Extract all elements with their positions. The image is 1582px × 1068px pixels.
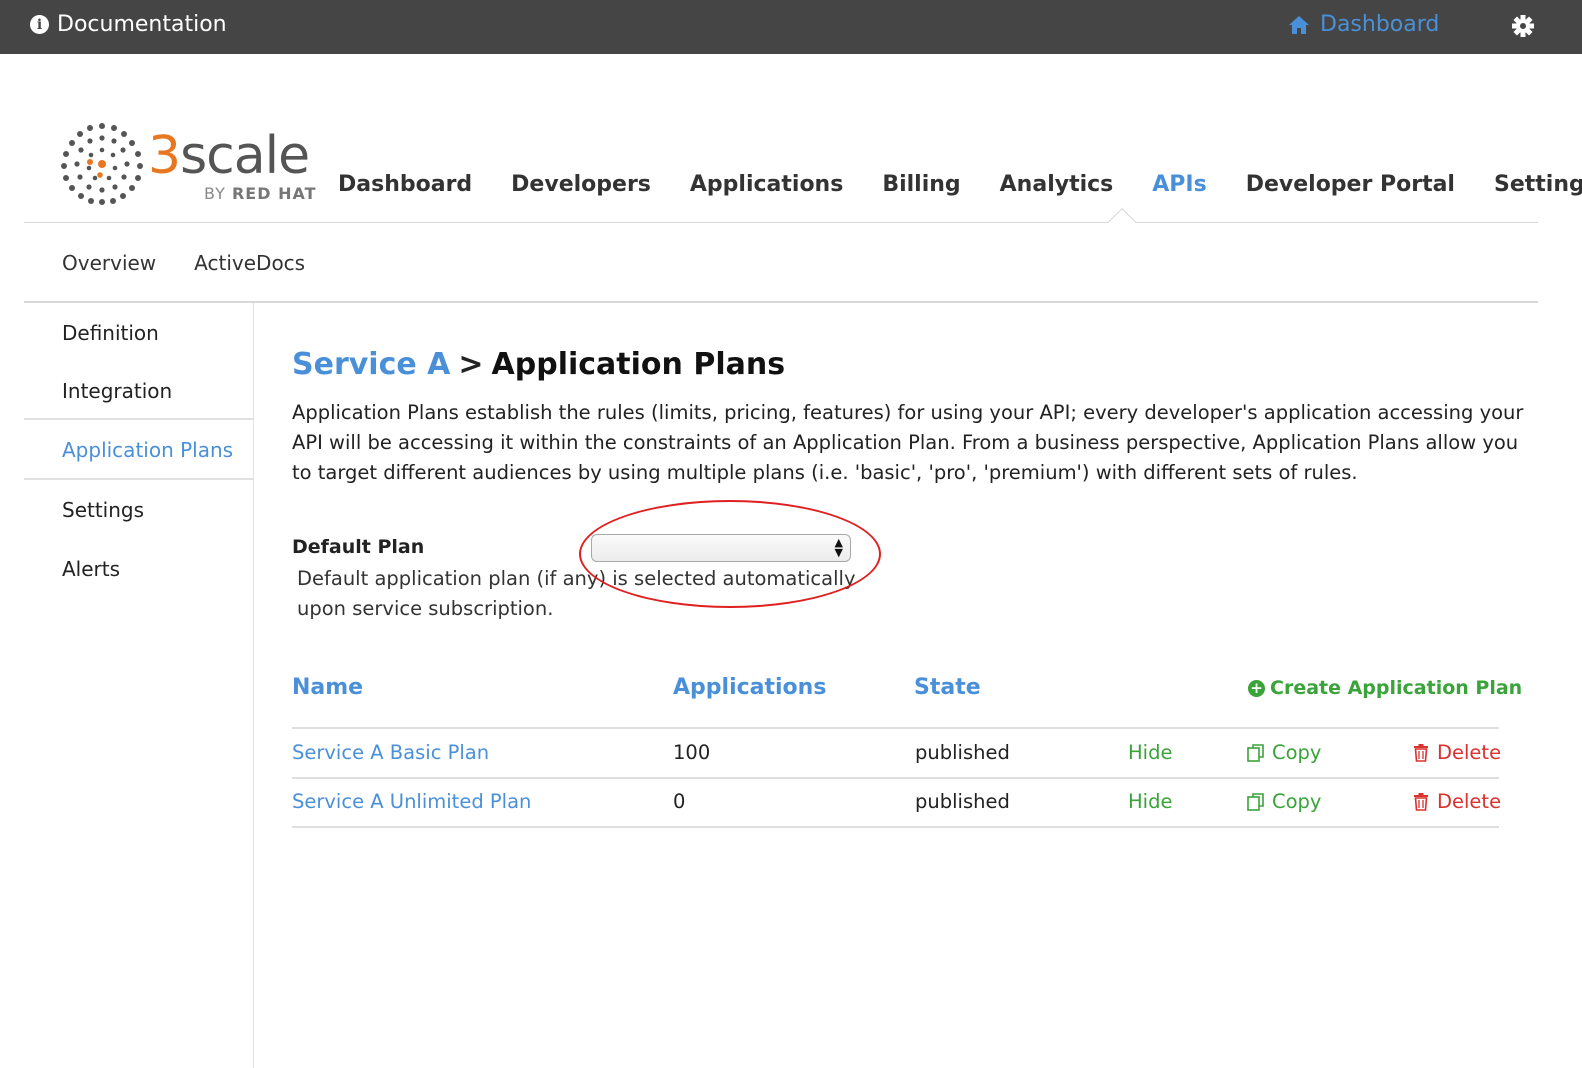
table-header-divider bbox=[292, 727, 1499, 729]
nav-dashboard[interactable]: Dashboard bbox=[338, 172, 472, 197]
page-heading: Application Plans bbox=[491, 347, 786, 382]
subnav-overview[interactable]: Overview bbox=[62, 251, 156, 275]
trash-icon bbox=[1414, 792, 1428, 811]
plan-state: published bbox=[915, 741, 1010, 764]
plan-name-link[interactable]: Service A Unlimited Plan bbox=[292, 790, 531, 813]
hide-plan-link[interactable]: Hide bbox=[1128, 741, 1172, 764]
main-nav-divider bbox=[24, 222, 1538, 223]
copy-icon bbox=[1247, 792, 1264, 811]
home-icon bbox=[1289, 15, 1309, 34]
nav-applications[interactable]: Applications bbox=[690, 172, 843, 197]
logo-wordmark: 3scale bbox=[148, 126, 310, 186]
top-bar: i Documentation Dashboard bbox=[0, 0, 1582, 54]
copy-icon bbox=[1247, 743, 1264, 762]
table-row-divider bbox=[292, 826, 1499, 828]
breadcrumb-separator: > bbox=[458, 347, 484, 382]
default-plan-label: Default Plan bbox=[292, 536, 425, 558]
page-description: Application Plans establish the rules (l… bbox=[292, 401, 1524, 484]
subnav-activedocs[interactable]: ActiveDocs bbox=[194, 251, 305, 275]
sidebar-item-alerts[interactable]: Alerts bbox=[62, 557, 120, 581]
delete-plan-link[interactable]: Delete bbox=[1413, 741, 1501, 764]
copy-label: Copy bbox=[1272, 790, 1322, 813]
nav-apis[interactable]: APIs bbox=[1152, 172, 1206, 197]
nav-settings[interactable]: Settings bbox=[1494, 172, 1582, 197]
dashboard-label: Dashboard bbox=[1320, 12, 1440, 37]
sidebar-item-definition[interactable]: Definition bbox=[62, 321, 159, 345]
plan-state: published bbox=[915, 790, 1010, 813]
sidebar-divider bbox=[24, 418, 254, 420]
plus-circle-icon: + bbox=[1248, 679, 1265, 697]
annotation-circle bbox=[579, 500, 881, 608]
delete-label: Delete bbox=[1437, 741, 1502, 764]
plan-applications-count: 100 bbox=[673, 741, 711, 764]
copy-plan-link[interactable]: Copy bbox=[1246, 741, 1321, 764]
nav-billing[interactable]: Billing bbox=[882, 172, 960, 197]
logo-dots-icon bbox=[61, 123, 143, 205]
column-header-applications[interactable]: Applications bbox=[673, 675, 826, 700]
copy-label: Copy bbox=[1272, 741, 1322, 764]
logo-byline: BY RED HAT bbox=[204, 184, 317, 203]
hide-plan-link[interactable]: Hide bbox=[1128, 790, 1172, 813]
column-header-state[interactable]: State bbox=[914, 675, 981, 700]
sidebar-divider bbox=[24, 478, 254, 480]
main-nav: Dashboard Developers Applications Billin… bbox=[338, 172, 1582, 197]
create-application-plan-link[interactable]: + Create Application Plan bbox=[1248, 677, 1522, 699]
sidebar: Definition Integration Application Plans… bbox=[24, 303, 254, 1068]
plan-applications-count: 0 bbox=[673, 790, 686, 813]
trash-icon bbox=[1414, 743, 1428, 762]
info-icon: i bbox=[30, 15, 49, 34]
gear-icon[interactable] bbox=[1510, 12, 1536, 40]
table-row-divider bbox=[292, 777, 1499, 779]
3scale-logo[interactable]: 3scale BY RED HAT bbox=[60, 120, 335, 210]
delete-plan-link[interactable]: Delete bbox=[1413, 790, 1501, 813]
nav-developer-portal[interactable]: Developer Portal bbox=[1246, 172, 1455, 197]
active-nav-caret bbox=[1107, 207, 1137, 237]
sidebar-item-settings[interactable]: Settings bbox=[62, 498, 144, 522]
documentation-link[interactable]: i Documentation bbox=[30, 12, 227, 37]
delete-label: Delete bbox=[1437, 790, 1502, 813]
page-title: Service A > Application Plans bbox=[292, 347, 785, 382]
copy-plan-link[interactable]: Copy bbox=[1246, 790, 1321, 813]
documentation-label: Documentation bbox=[57, 12, 227, 37]
sidebar-item-application-plans[interactable]: Application Plans bbox=[62, 438, 233, 462]
plan-name-link[interactable]: Service A Basic Plan bbox=[292, 741, 489, 764]
breadcrumb-service-a[interactable]: Service A bbox=[292, 347, 450, 382]
nav-analytics[interactable]: Analytics bbox=[1000, 172, 1114, 197]
sub-nav: Overview ActiveDocs bbox=[62, 251, 305, 275]
sidebar-item-integration[interactable]: Integration bbox=[62, 379, 172, 403]
nav-developers[interactable]: Developers bbox=[511, 172, 651, 197]
create-application-plan-label: Create Application Plan bbox=[1270, 677, 1523, 699]
dashboard-link[interactable]: Dashboard bbox=[1288, 12, 1439, 37]
column-header-name[interactable]: Name bbox=[292, 675, 363, 700]
